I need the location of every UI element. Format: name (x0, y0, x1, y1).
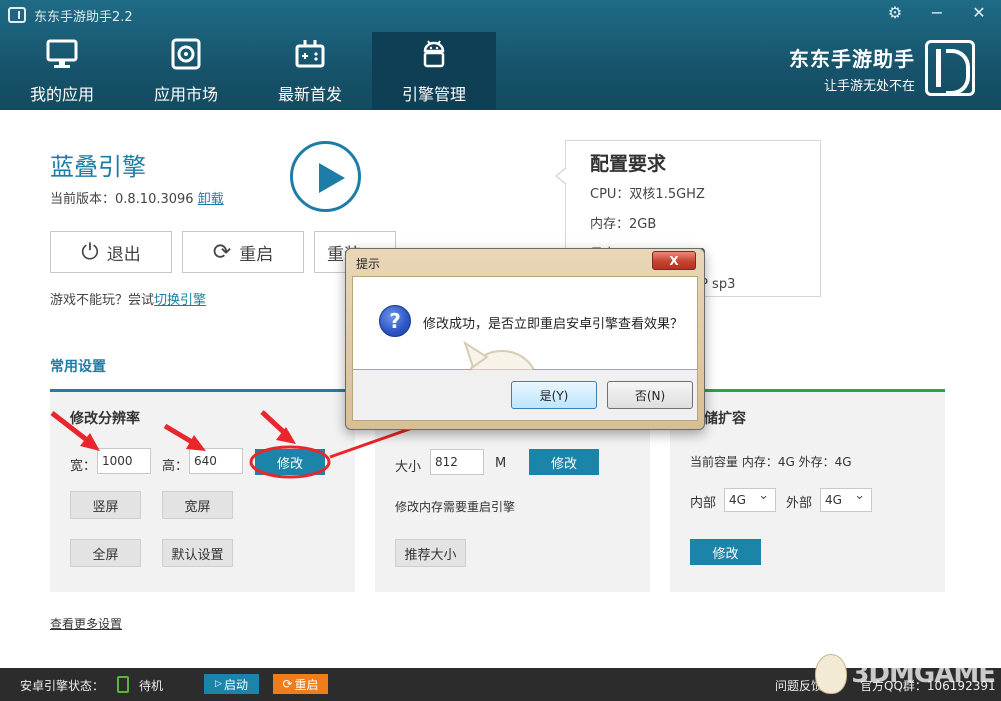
monitor-icon (43, 35, 81, 73)
version-text: 当前版本：0.8.10.3096 (50, 192, 194, 207)
app-header: 东东手游助手2.2 ⚙ − ✕ 我的应用 应用市场 最新首发 引擎管理 东东手游… (0, 0, 1001, 110)
window-controls: ⚙ − ✕ (887, 3, 987, 22)
brand: 东东手游助手 让手游无处不在 (789, 40, 975, 96)
switch-engine-tip: 游戏不能玩？尝试切换引擎 (50, 289, 206, 308)
width-label: 宽： (70, 459, 97, 474)
internal-select[interactable]: 4G (724, 485, 776, 512)
memory-size-label: 大小 (395, 460, 422, 475)
question-icon: ? (379, 305, 411, 337)
exit-button[interactable]: ⏻ 退出 (50, 231, 172, 273)
nav-label: 应用市场 (153, 85, 218, 104)
config-title: 配置要求 (590, 153, 667, 175)
close-icon[interactable]: ✕ (971, 3, 987, 22)
restart-engine-button[interactable]: ⟳ 重启 (273, 674, 328, 694)
minimize-icon[interactable]: − (929, 3, 945, 22)
android-icon (415, 35, 453, 73)
external-label: 外部 (786, 496, 813, 511)
dialog-body: ? 修改成功，是否立即重启安卓引擎查看效果？ (352, 276, 698, 412)
confirm-dialog: 提示 X ? 修改成功，是否立即重启安卓引擎查看效果？ 是(Y) 否(N) (345, 248, 705, 430)
nav-label: 引擎管理 (401, 85, 466, 104)
engine-status-label: 安卓引擎状态： (20, 679, 105, 693)
storage-panel: 存储扩容 当前容量 内存：4G 外存：4G 内部 4G 外部 4G 修改 (670, 392, 945, 592)
memory-note: 修改内存需要重启引擎 (395, 500, 516, 514)
title-bar: 东东手游助手2.2 (8, 5, 133, 25)
dialog-close-button[interactable]: X (652, 251, 696, 270)
storage-modify-button[interactable]: 修改 (690, 539, 761, 565)
height-label: 高： (162, 459, 189, 474)
memory-modify-button[interactable]: 修改 (529, 449, 599, 475)
play-icon[interactable] (290, 141, 361, 212)
more-settings-link[interactable]: 查看更多设置 (50, 615, 122, 632)
app-logo-icon (8, 7, 26, 23)
memory-unit: M (495, 456, 507, 471)
restart-engine-label: 重启 (294, 677, 319, 692)
uninstall-link[interactable]: 卸载 (198, 192, 224, 207)
exit-label: 退出 (106, 244, 141, 265)
brand-logo-icon (925, 40, 975, 96)
engine-title: 蓝叠引擎 (50, 153, 146, 181)
window-title: 东东手游助手2.2 (34, 9, 133, 25)
recommend-size-button[interactable]: 推荐大小 (395, 539, 466, 567)
phone-icon (117, 676, 129, 693)
refresh-small-icon: ⟳ (282, 677, 293, 691)
nav-my-apps[interactable]: 我的应用 (0, 32, 124, 110)
refresh-icon: ⟳ (212, 239, 232, 265)
resolution-title: 修改分辨率 (70, 411, 140, 427)
engine-version: 当前版本：0.8.10.3096 卸载 (50, 188, 224, 207)
start-label: 启动 (223, 677, 248, 692)
power-icon: ⏻ (81, 239, 99, 265)
mascot-icon (815, 654, 848, 694)
portrait-button[interactable]: 竖屏 (70, 491, 141, 519)
default-settings-button[interactable]: 默认设置 (162, 539, 233, 567)
fullscreen-button[interactable]: 全屏 (70, 539, 141, 567)
nav-new-releases[interactable]: 最新首发 (248, 32, 372, 110)
nav-label: 我的应用 (29, 85, 94, 104)
play-small-icon: ▷ (215, 679, 222, 689)
main-nav: 我的应用 应用市场 最新首发 引擎管理 (0, 32, 496, 110)
nav-label: 最新首发 (277, 85, 342, 104)
settings-heading: 常用设置 (50, 359, 106, 375)
start-engine-button[interactable]: ▷ 启动 (204, 674, 259, 694)
storage-current: 当前容量 内存：4G 外存：4G (690, 455, 852, 469)
restart-button[interactable]: ⟳ 重启 (182, 231, 304, 273)
nav-app-market[interactable]: 应用市场 (124, 32, 248, 110)
height-input[interactable]: 640 (189, 448, 243, 474)
watermark: 3DMGAME (815, 652, 996, 696)
dialog-no-button[interactable]: 否(N) (607, 381, 693, 409)
dialog-title: 提示 (356, 257, 381, 271)
dialog-footer: 是(Y) 否(N) (352, 370, 698, 421)
engine-status-value: 待机 (139, 679, 164, 693)
restart-label: 重启 (239, 244, 274, 265)
dialog-yes-button[interactable]: 是(Y) (511, 381, 597, 409)
config-memory: 内存：2GB (590, 217, 657, 232)
external-select[interactable]: 4G (820, 485, 872, 512)
resolution-panel: 修改分辨率 宽： 1000 高： 640 修改 竖屏 宽屏 全屏 默认设置 (50, 392, 355, 592)
brand-slogan: 让手游无处不在 (823, 78, 915, 94)
memory-size-input[interactable]: 812 (430, 449, 484, 475)
settings-icon[interactable]: ⚙ (887, 3, 903, 22)
watermark-text: 3DMGAME (851, 659, 996, 689)
gamepad-icon (291, 35, 329, 73)
store-icon (167, 35, 205, 73)
nav-engine-management[interactable]: 引擎管理 (372, 32, 496, 110)
resolution-modify-button[interactable]: 修改 (255, 449, 325, 475)
tip-text: 游戏不能玩？尝试 (50, 293, 155, 308)
landscape-button[interactable]: 宽屏 (162, 491, 233, 519)
brand-name: 东东手游助手 (789, 46, 915, 71)
internal-label: 内部 (690, 496, 717, 511)
switch-engine-link[interactable]: 切换引擎 (154, 293, 206, 308)
width-input[interactable]: 1000 (97, 448, 151, 474)
config-cpu: CPU：双核1.5GHZ (590, 187, 705, 202)
